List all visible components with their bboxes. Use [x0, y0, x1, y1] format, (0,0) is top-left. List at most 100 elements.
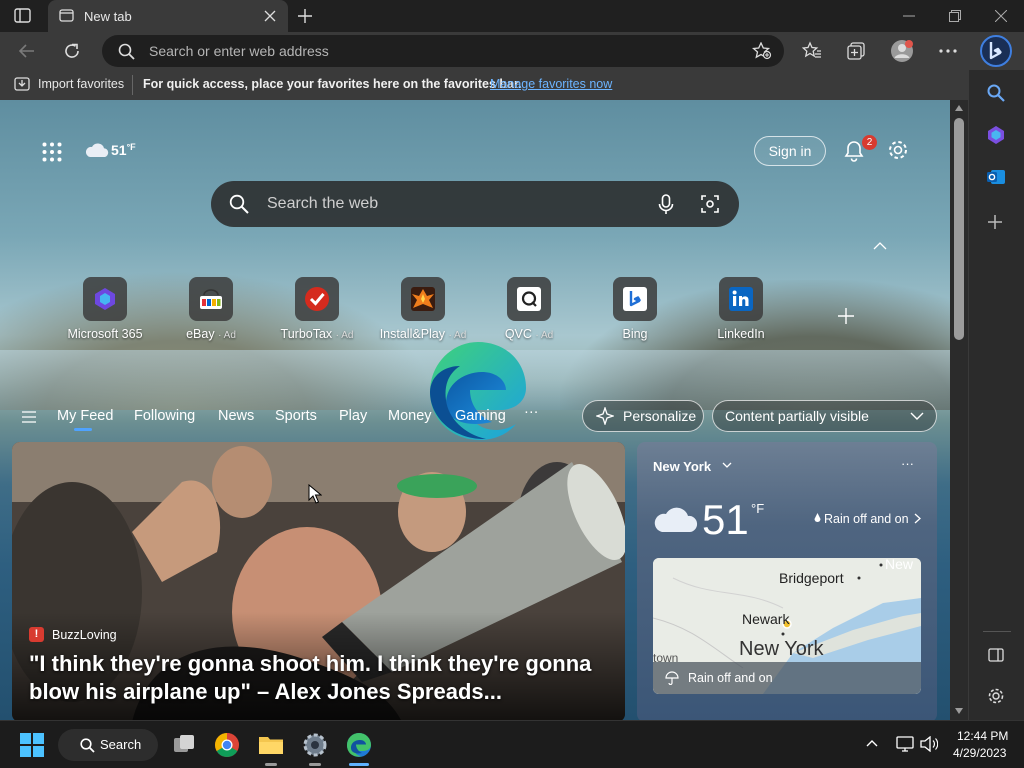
address-placeholder: Search or enter web address: [149, 43, 329, 59]
add-quick-link-plus-icon[interactable]: [837, 307, 855, 325]
page-settings-gear-icon[interactable]: [887, 139, 909, 161]
scroll-up-arrow-icon[interactable]: [955, 105, 963, 111]
weather-map[interactable]: Bridgeport New Newark town New York Rain…: [653, 558, 921, 694]
condition-chevron-right-icon[interactable]: [914, 513, 921, 524]
address-bar[interactable]: Search or enter web address: [102, 35, 784, 67]
windows-taskbar: Search 12:44 PM 4/29/2023: [0, 720, 1024, 768]
taskbar-search-icon: [80, 738, 95, 753]
weather-condition[interactable]: Rain off and on: [824, 512, 909, 526]
weather-location[interactable]: New York: [653, 459, 711, 474]
visual-search-camera-icon[interactable]: [701, 195, 719, 213]
feed-tab-my-feed[interactable]: My Feed: [57, 408, 113, 424]
scrollbar-thumb[interactable]: [954, 118, 964, 340]
personalize-sparkle-icon: [596, 407, 614, 425]
web-search-box[interactable]: Search the web: [211, 181, 739, 227]
quick-link-bing[interactable]: Bing: [585, 277, 685, 341]
feed-more-button[interactable]: ···: [524, 404, 539, 420]
network-icon[interactable]: [896, 736, 914, 752]
new-tab-plus-icon[interactable]: [296, 7, 314, 25]
content-visibility-dropdown[interactable]: Content partially visible: [712, 400, 937, 432]
quick-link-label: Microsoft 365: [67, 327, 143, 341]
quick-link-linkedin[interactable]: LinkedIn: [691, 277, 791, 341]
quick-link-install-play[interactable]: Install&Play · Ad: [373, 277, 473, 341]
map-label-newark: Newark: [742, 611, 790, 627]
sidebar-settings-gear-icon[interactable]: [987, 687, 1005, 705]
show-hidden-icons-chevron-icon[interactable]: [866, 739, 878, 747]
quick-link-qvc[interactable]: QVC · Ad: [479, 277, 579, 341]
weather-cloud-icon[interactable]: [84, 140, 110, 160]
quick-link-turbotax[interactable]: TurboTax · Ad: [267, 277, 367, 341]
quick-link-ad-tag: · Ad: [218, 330, 236, 341]
new-tab-page: 51°F Sign in 2 Search the web Microsoft …: [0, 100, 950, 720]
weather-card[interactable]: New York ··· 51 °F Rain off and on Bridg…: [637, 442, 937, 720]
restore-button[interactable]: [932, 0, 978, 32]
feed-tab-following[interactable]: Following: [134, 408, 195, 424]
feed-menu-hamburger-icon[interactable]: [22, 411, 36, 423]
favorites-divider: [132, 75, 133, 95]
search-placeholder: Search the web: [267, 195, 379, 212]
tab-close-icon[interactable]: [264, 10, 276, 22]
weather-mini-temp[interactable]: 51°F: [111, 142, 136, 158]
tab-actions-icon[interactable]: [14, 8, 32, 24]
feed-tab-gaming[interactable]: Gaming: [455, 408, 506, 424]
feed-tab-sports[interactable]: Sports: [275, 408, 317, 424]
weather-mini-temp-value: 51: [111, 142, 127, 158]
edge-sidebar: [968, 70, 1024, 720]
notification-count-badge: 2: [862, 135, 877, 150]
weather-temperature: 51: [702, 496, 749, 543]
news-headline[interactable]: "I think they're gonna shoot him. I thin…: [29, 650, 599, 706]
map-caption-bar: Rain off and on: [653, 662, 921, 694]
bing-icon: [613, 277, 657, 321]
file-explorer-icon[interactable]: [257, 731, 285, 759]
weather-unit: °F: [751, 501, 765, 516]
collapse-chevron-up-icon[interactable]: [873, 241, 887, 250]
sidebar-office-icon[interactable]: [986, 125, 1006, 145]
settings-more-icon[interactable]: [938, 41, 958, 61]
sidebar-search-icon[interactable]: [987, 84, 1005, 102]
bing-chat-icon[interactable]: [979, 34, 1013, 68]
raindrop-icon: [814, 513, 821, 523]
taskbar-search-button[interactable]: Search: [58, 729, 158, 761]
settings-gear-icon[interactable]: [301, 731, 329, 759]
active-tab-indicator: [74, 428, 92, 431]
feed-tab-play[interactable]: Play: [339, 408, 367, 424]
feed-tab-news[interactable]: News: [218, 408, 254, 424]
location-chevron-down-icon[interactable]: [722, 462, 732, 469]
task-view-icon[interactable]: [170, 731, 198, 759]
clock-time[interactable]: 12:44 PM: [957, 729, 1008, 743]
newtab-page-icon: [59, 9, 75, 23]
manage-favorites-link[interactable]: Manage favorites now: [490, 77, 612, 91]
windows-start-icon[interactable]: [20, 733, 44, 757]
close-window-button[interactable]: [978, 0, 1024, 32]
back-arrow-icon[interactable]: [18, 42, 36, 60]
refresh-icon[interactable]: [62, 41, 82, 61]
minimize-button[interactable]: [886, 0, 932, 32]
favorites-icon[interactable]: [802, 41, 822, 61]
app-launcher-grid-icon[interactable]: [42, 142, 62, 162]
edge-taskbar-icon[interactable]: [345, 731, 373, 759]
sidebar-outlook-icon[interactable]: [986, 167, 1006, 187]
chrome-icon[interactable]: [213, 731, 241, 759]
clock-date[interactable]: 4/29/2023: [953, 746, 1006, 760]
volume-speaker-icon[interactable]: [920, 736, 938, 752]
import-favorites-icon[interactable]: [14, 77, 31, 92]
quick-link-ebay[interactable]: eBay · Ad: [161, 277, 261, 341]
weather-more-button[interactable]: ···: [901, 456, 914, 471]
scroll-down-arrow-icon[interactable]: [955, 708, 963, 714]
voice-search-microphone-icon[interactable]: [658, 194, 674, 215]
microsoft-365-icon: [83, 277, 127, 321]
quick-link-microsoft-365[interactable]: Microsoft 365: [55, 277, 155, 341]
map-label-new: New: [885, 558, 914, 572]
profile-avatar[interactable]: [890, 39, 914, 63]
feed-tab-money[interactable]: Money: [388, 408, 432, 424]
sign-in-button[interactable]: Sign in: [754, 136, 826, 166]
quick-link-label: TurboTax: [280, 327, 333, 341]
tab-new-tab[interactable]: New tab: [48, 0, 288, 32]
import-favorites-button[interactable]: Import favorites: [38, 77, 124, 91]
page-scrollbar[interactable]: [950, 100, 968, 720]
collections-icon[interactable]: [846, 41, 866, 61]
sidebar-toggle-panel-icon[interactable]: [988, 648, 1004, 662]
sidebar-add-icon[interactable]: [987, 214, 1003, 230]
news-source[interactable]: BuzzLoving: [52, 628, 117, 642]
add-favorite-star-icon[interactable]: [752, 42, 772, 60]
